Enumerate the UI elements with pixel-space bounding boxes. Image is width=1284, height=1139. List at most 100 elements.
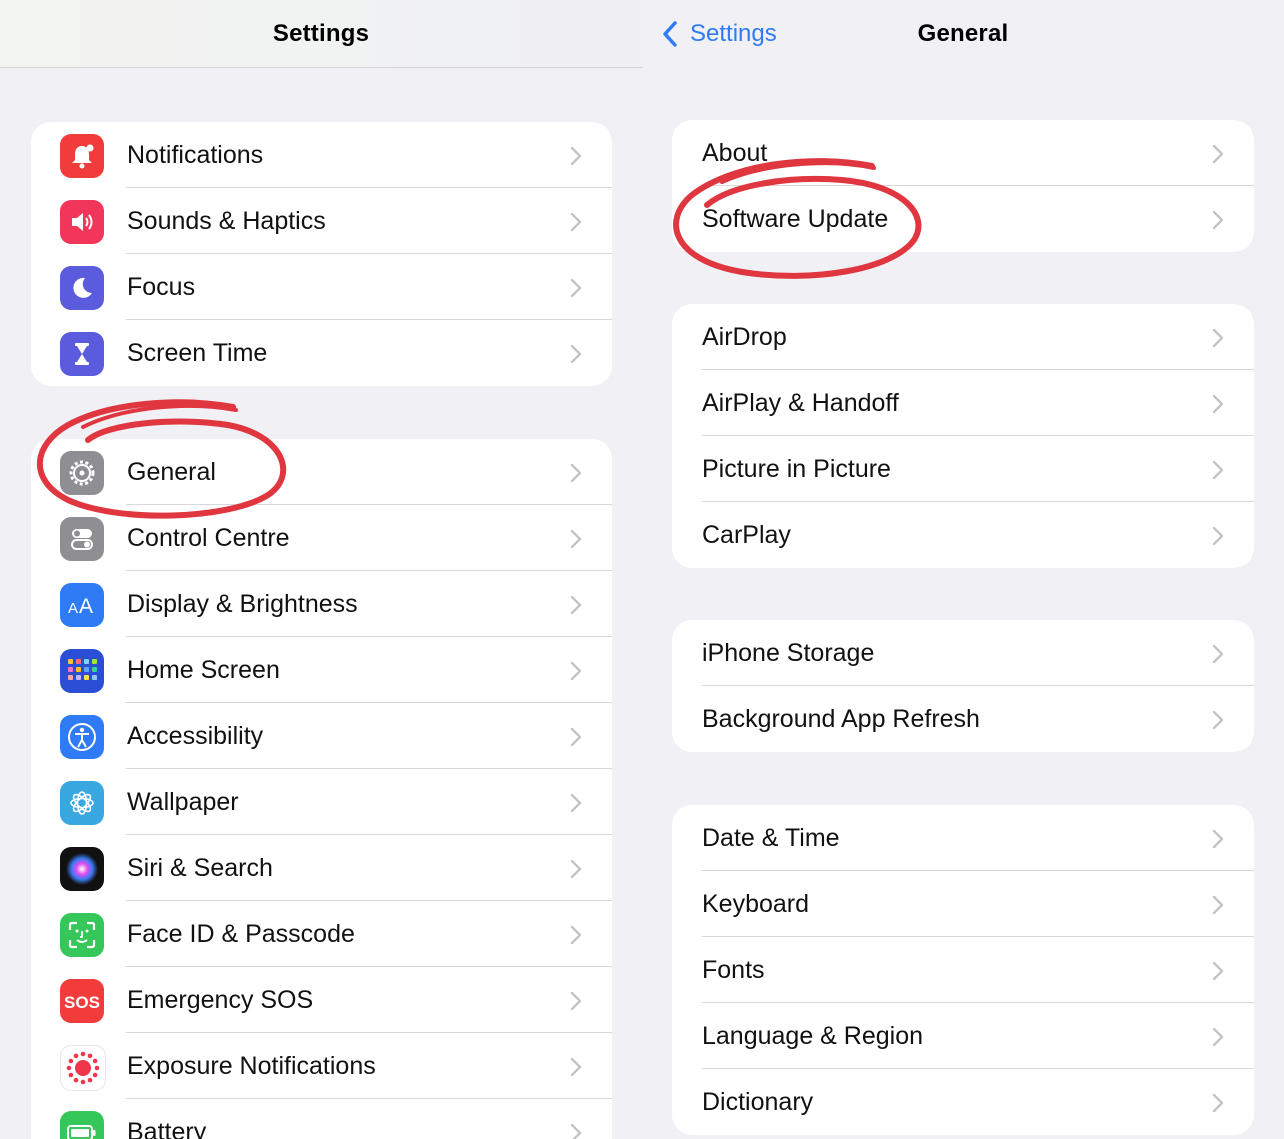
list-item-notifications[interactable]: Notifications — [31, 122, 612, 188]
sos-icon: SOS — [60, 979, 104, 1023]
list-item-label: General — [127, 458, 216, 486]
list-item-accessibility[interactable]: Accessibility — [31, 703, 612, 769]
list-item-label: Dictionary — [702, 1088, 814, 1116]
list-item-home-screen[interactable]: Home Screen — [31, 637, 612, 703]
settings-group-1: Notifications Sounds & Haptics Focus Screen… — [31, 122, 612, 386]
list-item-control-centre[interactable]: Control Centre — [31, 505, 612, 571]
chevron-right-icon — [570, 859, 582, 879]
list-item-dictionary[interactable]: Dictionary — [672, 1069, 1254, 1135]
settings-navbar: Settings — [0, 0, 642, 68]
list-item-label: Date & Time — [702, 824, 840, 852]
list-item-label: Exposure Notifications — [127, 1052, 376, 1080]
chevron-right-icon — [1212, 961, 1224, 981]
general-group-4: Date & Time Keyboard Fonts Language & Regio… — [672, 805, 1254, 1135]
list-item-sounds-and-haptics[interactable]: Sounds & Haptics — [31, 188, 612, 254]
chevron-right-icon — [1212, 829, 1224, 849]
list-item-label: Siri & Search — [127, 854, 273, 882]
chevron-right-icon — [570, 991, 582, 1011]
list-item-label: Notifications — [127, 141, 264, 169]
chevron-right-icon — [570, 661, 582, 681]
chevron-right-icon — [570, 463, 582, 483]
moon-icon — [60, 266, 104, 310]
chevron-right-icon — [1212, 526, 1224, 546]
list-item-about[interactable]: About — [672, 120, 1254, 186]
list-item-general[interactable]: General — [31, 439, 612, 505]
list-item-label: Emergency SOS — [127, 986, 314, 1014]
chevron-right-icon — [1212, 328, 1224, 348]
list-item-label: Picture in Picture — [702, 455, 891, 483]
list-item-label: Accessibility — [127, 722, 264, 750]
page-title: Settings — [272, 20, 370, 47]
list-item-label: Keyboard — [702, 890, 810, 918]
chevron-right-icon — [570, 344, 582, 364]
chevron-right-icon — [1212, 1027, 1224, 1047]
settings-pane: Settings Notifications Sounds & Haptics Fo… — [0, 0, 642, 1139]
chevron-right-icon — [1212, 895, 1224, 915]
bell-icon — [60, 134, 104, 178]
chevron-right-icon — [1212, 210, 1224, 230]
list-item-software-update[interactable]: Software Update — [672, 186, 1254, 252]
chevron-right-icon — [570, 529, 582, 549]
face-id-icon — [60, 913, 104, 957]
list-item-label: Home Screen — [127, 656, 280, 684]
list-item-airdrop[interactable]: AirDrop — [672, 304, 1254, 370]
list-item-face-id-and-passcode[interactable]: Face ID & Passcode — [31, 901, 612, 967]
list-item-fonts[interactable]: Fonts — [672, 937, 1254, 1003]
chevron-right-icon — [1212, 710, 1224, 730]
list-item-carplay[interactable]: CarPlay — [672, 502, 1254, 568]
list-item-label: Wallpaper — [127, 788, 239, 816]
list-item-label: Background App Refresh — [702, 705, 980, 733]
list-item-siri-and-search[interactable]: Siri & Search — [31, 835, 612, 901]
list-item-screen-time[interactable]: Screen Time — [31, 320, 612, 386]
general-pane: Settings General About Software Update Ai… — [642, 0, 1284, 1139]
chevron-right-icon — [1212, 144, 1224, 164]
list-item-label: Focus — [127, 273, 196, 301]
general-navbar: Settings General — [642, 0, 1284, 67]
list-item-language-and-region[interactable]: Language & Region — [672, 1003, 1254, 1069]
general-group-1: About Software Update — [672, 120, 1254, 252]
svg-text:A: A — [68, 600, 78, 617]
settings-group-2: General Control Centre A A Display & Brightn… — [31, 439, 612, 1139]
list-item-airplay-and-handoff[interactable]: AirPlay & Handoff — [672, 370, 1254, 436]
chevron-right-icon — [570, 793, 582, 813]
app-grid-icon — [60, 649, 104, 693]
list-item-label: Software Update — [702, 205, 889, 233]
list-item-keyboard[interactable]: Keyboard — [672, 871, 1254, 937]
list-item-battery[interactable]: Battery — [31, 1099, 612, 1139]
list-item-focus[interactable]: Focus — [31, 254, 612, 320]
list-item-label: Control Centre — [127, 524, 290, 552]
list-item-label: Display & Brightness — [127, 590, 358, 618]
general-group-3: iPhone Storage Background App Refresh — [672, 620, 1254, 752]
list-item-label: Fonts — [702, 956, 765, 984]
list-item-wallpaper[interactable]: Wallpaper — [31, 769, 612, 835]
chevron-right-icon — [570, 278, 582, 298]
chevron-right-icon — [1212, 644, 1224, 664]
chevron-right-icon — [570, 146, 582, 166]
general-group-2: AirDrop AirPlay & Handoff Picture in Pictu… — [672, 304, 1254, 568]
list-item-iphone-storage[interactable]: iPhone Storage — [672, 620, 1254, 686]
list-item-exposure-notifications[interactable]: Exposure Notifications — [31, 1033, 612, 1099]
chevron-right-icon — [570, 212, 582, 232]
list-item-label: Sounds & Haptics — [127, 207, 326, 235]
speaker-icon — [60, 200, 104, 244]
svg-text:A: A — [79, 595, 93, 618]
list-item-label: Battery — [127, 1118, 207, 1139]
svg-text:SOS: SOS — [64, 993, 100, 1012]
list-item-emergency-sos[interactable]: SOS Emergency SOS — [31, 967, 612, 1033]
list-item-display-and-brightness[interactable]: A A Display & Brightness — [31, 571, 612, 637]
flower-icon — [60, 781, 104, 825]
exposure-icon — [60, 1045, 106, 1091]
chevron-right-icon — [570, 925, 582, 945]
list-item-date-and-time[interactable]: Date & Time — [672, 805, 1254, 871]
list-item-label: CarPlay — [702, 521, 791, 549]
text-size-icon: AA — [60, 583, 104, 627]
chevron-right-icon — [570, 1057, 582, 1077]
list-item-label: About — [702, 139, 768, 167]
chevron-right-icon — [570, 1123, 582, 1139]
chevron-right-icon — [570, 727, 582, 747]
toggles-icon — [60, 517, 104, 561]
hourglass-icon — [60, 332, 104, 376]
list-item-picture-in-picture[interactable]: Picture in Picture — [672, 436, 1254, 502]
list-item-background-app-refresh[interactable]: Background App Refresh — [672, 686, 1254, 752]
list-item-label: AirPlay & Handoff — [702, 389, 899, 417]
